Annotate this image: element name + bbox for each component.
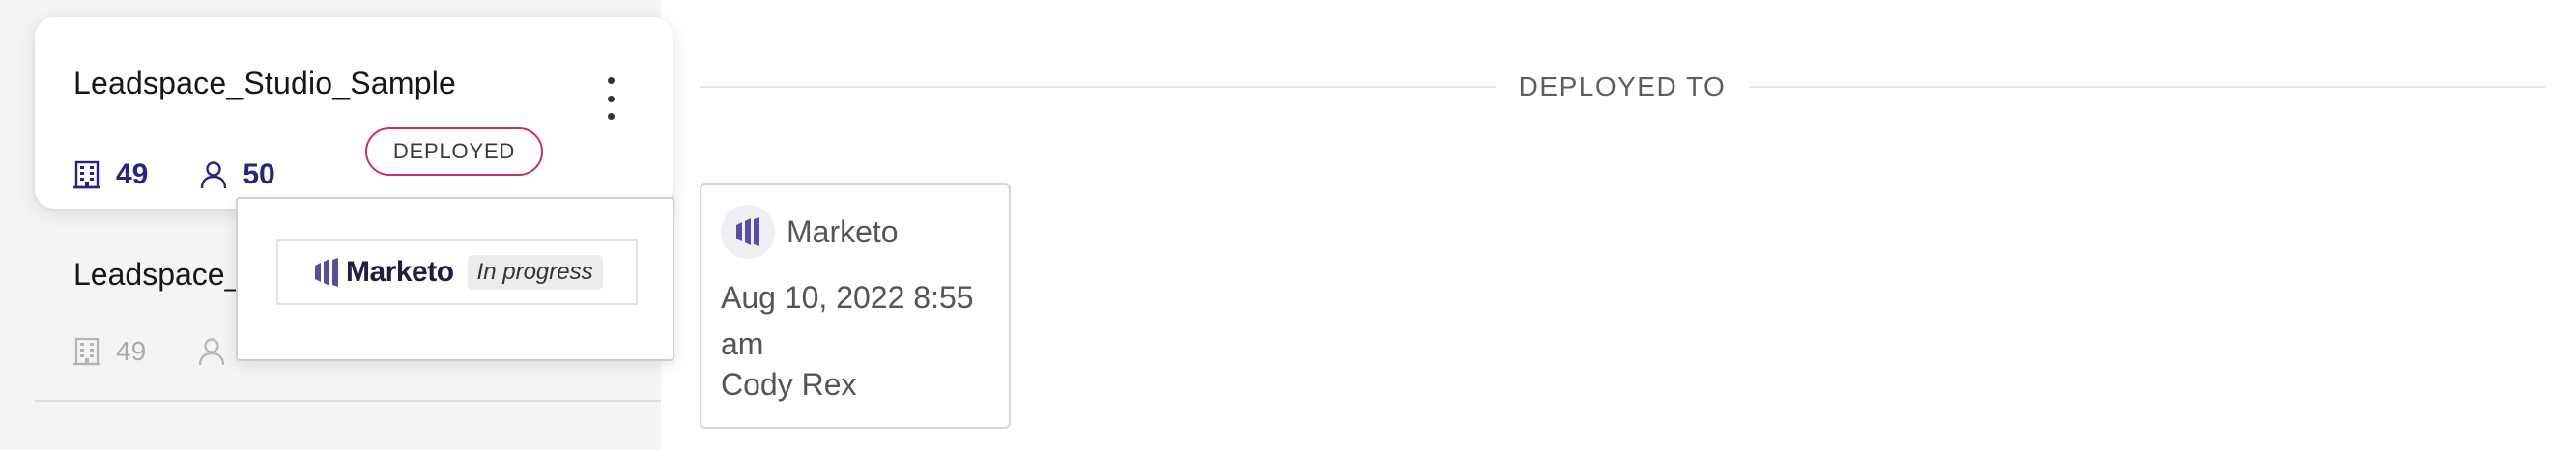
person-icon — [199, 338, 225, 366]
integration-status: In progress — [467, 255, 603, 290]
destination-date: Aug 10, 2022 8:55 am — [721, 280, 974, 361]
marketo-logo-icon — [721, 205, 775, 259]
list-divider — [35, 400, 661, 402]
person-icon — [201, 161, 227, 189]
deployment-status-popover: Marketo In progress — [236, 197, 674, 361]
deployed-to-header: DEPLOYED TO — [700, 68, 2545, 106]
integration-name: Marketo — [346, 256, 454, 288]
destination-user: Cody Rex — [721, 367, 857, 402]
app-root: Leadspace_Studio_Sample 49 50 DEPLOYED L… — [0, 0, 2576, 450]
audience-stats: 49 50 — [73, 158, 328, 191]
accounts-value-2: 49 — [116, 336, 147, 366]
audience-title-2[interactable]: Leadspace_ — [73, 257, 242, 293]
marketo-logo: Marketo — [313, 256, 454, 289]
accounts-count: 49 — [73, 158, 148, 191]
header-line-right — [1749, 86, 2545, 88]
audience-card-selected[interactable]: Leadspace_Studio_Sample 49 50 DEPLOYED — [35, 17, 673, 209]
deployed-to-label: DEPLOYED TO — [1518, 71, 1727, 101]
building-icon — [73, 160, 100, 189]
status-badge: DEPLOYED — [365, 127, 543, 176]
contacts-value: 50 — [243, 158, 275, 190]
audience-stats-2: 49 — [73, 336, 225, 367]
building-icon — [73, 337, 100, 366]
destination-name: Marketo — [787, 214, 899, 249]
kebab-menu-icon[interactable] — [599, 77, 622, 120]
destination-card[interactable]: Marketo Aug 10, 2022 8:55 am Cody Rex — [700, 183, 1011, 429]
header-line-left — [700, 86, 1496, 88]
audience-title: Leadspace_Studio_Sample — [73, 66, 457, 100]
marketo-logo-icon — [315, 258, 338, 287]
accounts-value: 49 — [116, 158, 149, 190]
contacts-count: 50 — [200, 158, 275, 191]
integration-status-row: Marketo In progress — [276, 239, 638, 305]
